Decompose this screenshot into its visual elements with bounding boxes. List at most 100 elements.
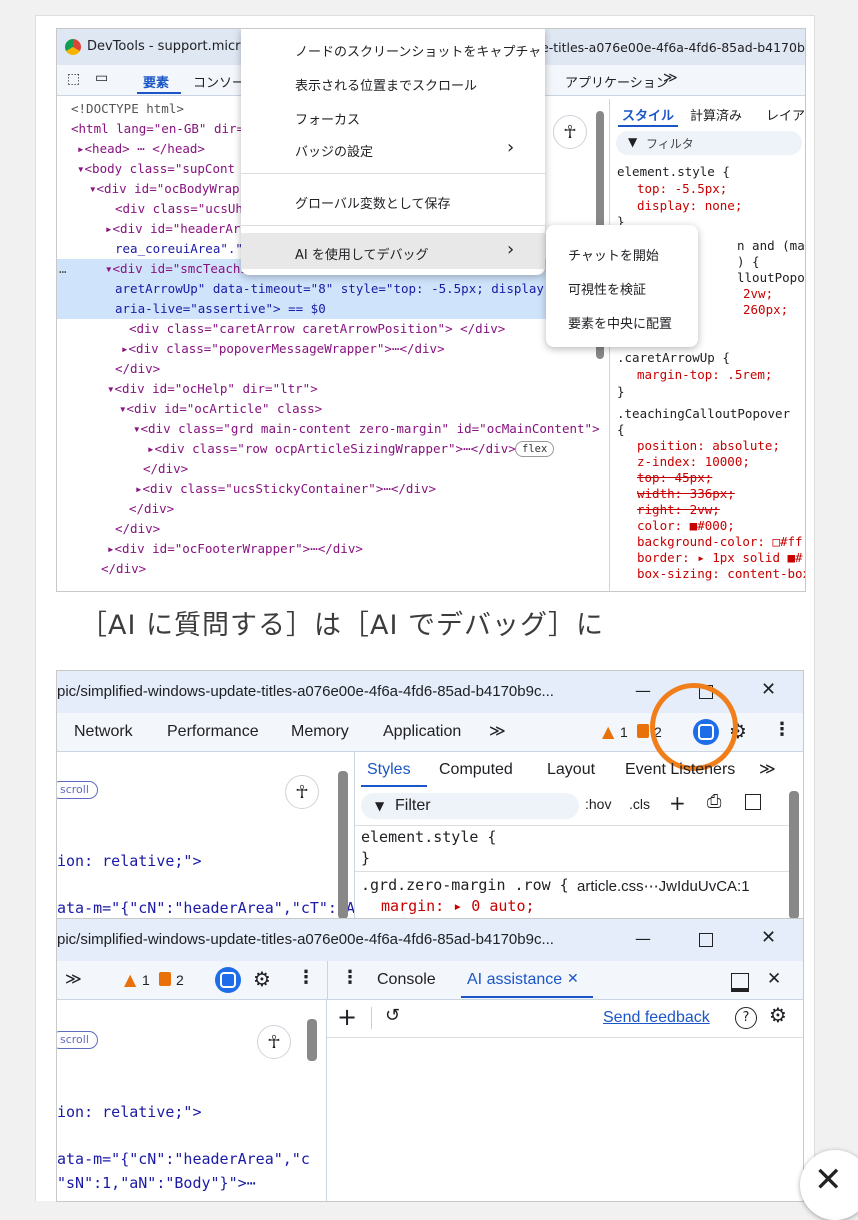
code-line[interactable]: ata-m="{"cN":"headerArea","cT":"A — [57, 898, 355, 919]
code-line[interactable]: ata-m="{"cN":"headerArea","c — [57, 1149, 310, 1170]
dom-line[interactable]: </div> — [115, 519, 160, 539]
dom-line[interactable]: ▸<div id="headerAre — [105, 219, 248, 239]
dom-scrollbar[interactable] — [338, 771, 348, 919]
drawer-menu-icon[interactable]: ⋮ — [341, 967, 359, 988]
style-line[interactable]: color: ■#000; — [637, 517, 735, 534]
menu-item-focus[interactable]: フォーカス — [295, 109, 360, 128]
warning-icon[interactable]: ▲ — [602, 722, 614, 741]
tab-memory[interactable]: Memory — [291, 723, 349, 741]
send-feedback-link[interactable]: Send feedback — [603, 1009, 710, 1027]
filter-input[interactable]: フィルタ — [646, 135, 694, 152]
hov-toggle[interactable]: :hov — [585, 796, 611, 812]
more-tabs-icon[interactable]: ≫ — [65, 969, 82, 989]
style-line[interactable]: display: none; — [637, 197, 742, 214]
code-line[interactable]: "sN":1,"aN":"Body"}">⋯ — [57, 1173, 256, 1194]
dom-line[interactable]: rea_coreuiArea"." — [115, 239, 243, 259]
filter-box[interactable]: ▼ Filter — [361, 793, 579, 819]
submenu-item-center-element[interactable]: 要素を中央に配置 — [568, 313, 672, 332]
issues-icon[interactable] — [637, 724, 649, 738]
dom-line[interactable]: </div> — [129, 499, 174, 519]
tab-computed[interactable]: Computed — [439, 761, 513, 779]
filter-input[interactable]: Filter — [395, 797, 431, 815]
dom-line[interactable]: ▸<div class="ucsStickyContainer">⋯</div> — [135, 479, 436, 499]
code-line[interactable]: ion: relative;"> — [57, 1102, 202, 1123]
style-line[interactable]: z-index: 10000; — [637, 453, 750, 470]
history-icon[interactable]: ↺ — [385, 1005, 400, 1026]
menu-item-capture-node-screenshot[interactable]: ノードのスクリーンショットをキャプチャ — [295, 41, 541, 60]
style-source-link[interactable]: article.css⋯JwIduUvCA:1 — [577, 877, 750, 895]
scroll-badge[interactable]: scroll — [57, 781, 98, 799]
ai-assistance-icon[interactable] — [215, 967, 241, 993]
close-tab-icon[interactable]: ✕ — [567, 971, 579, 987]
dom-line-selected[interactable]: aretArrowUp" data-timeout="8" style="top… — [115, 279, 574, 299]
kebab-menu-icon[interactable]: ⋮ — [297, 967, 315, 988]
help-icon[interactable]: ? — [735, 1007, 757, 1029]
accessibility-icon[interactable]: ☥ — [553, 115, 587, 149]
new-style-rule-icon[interactable]: + — [669, 791, 686, 815]
dom-line-selected[interactable]: aria-live="assertive"> == $0 — [115, 299, 326, 319]
dom-line[interactable]: <!DOCTYPE html> — [71, 99, 184, 119]
style-line[interactable]: top: 45px; — [637, 469, 712, 486]
close-overlay-button[interactable]: ✕ — [800, 1150, 858, 1220]
style-line[interactable]: position: absolute; — [637, 437, 780, 454]
paint-brush-icon[interactable]: ⎙ — [707, 791, 721, 812]
warning-icon[interactable]: ▲ — [124, 970, 136, 989]
dom-line[interactable]: ▸<div id="ocFooterWrapper">⋯</div> — [107, 539, 363, 559]
gear-icon[interactable]: ⚙ — [769, 1003, 787, 1027]
style-line[interactable]: top: -5.5px; — [637, 180, 727, 197]
menu-item-debug-with-ai[interactable]: AI を使用してデバッグ — [295, 244, 428, 263]
tab-ai-assistance[interactable]: AI assistance — [467, 971, 562, 989]
dom-line[interactable]: ▸<div class="row ocpArticleSizingWrapper… — [147, 439, 516, 459]
tab-console[interactable]: Console — [377, 971, 436, 989]
cls-toggle[interactable]: .cls — [629, 796, 650, 812]
tab-layout[interactable]: レイア — [766, 105, 805, 124]
menu-item-scroll-into-view[interactable]: 表示される位置までスクロール — [295, 75, 477, 94]
more-tabs-icon[interactable]: ≫ — [489, 721, 506, 741]
submenu-item-assess-visibility[interactable]: 可視性を検証 — [568, 279, 646, 298]
dom-line[interactable]: <div class="caretArrow caretArrowPositio… — [129, 319, 505, 339]
dom-line[interactable]: ▾<div id="ocBodyWrap — [89, 179, 240, 199]
row-menu-dots[interactable]: … — [59, 259, 67, 279]
dom-scrollbar[interactable] — [307, 1019, 317, 1061]
device-toggle-icon[interactable]: ▭ — [95, 70, 108, 86]
tab-event-listeners[interactable]: Event Listeners — [625, 761, 735, 779]
toggle-sidebar-icon[interactable] — [745, 794, 761, 810]
dom-line[interactable]: <html lang="en-GB" dir=" — [71, 119, 252, 139]
kebab-menu-icon[interactable]: ⋮ — [773, 719, 791, 740]
style-line[interactable]: right: 2vw; — [637, 501, 720, 518]
style-line[interactable]: width: 336px; — [637, 485, 735, 502]
close-button[interactable]: ✕ — [761, 679, 776, 700]
scroll-badge[interactable]: scroll — [57, 1031, 98, 1049]
submenu-item-start-chat[interactable]: チャットを開始 — [568, 245, 659, 264]
styles-scrollbar[interactable] — [789, 791, 799, 919]
dom-line[interactable]: <div class="ucsUhf — [115, 199, 250, 219]
style-line[interactable]: margin: ▸ 0 auto; — [381, 896, 535, 917]
menu-item-badge-settings[interactable]: バッジの設定 — [295, 141, 373, 160]
tab-computed[interactable]: 計算済み — [690, 105, 742, 124]
style-line[interactable]: background-color: □#ff — [637, 533, 803, 550]
dom-line[interactable]: ▸<div class="popoverMessageWrapper">⋯</d… — [121, 339, 445, 359]
dom-line-selected[interactable]: ▾<div id="smcTeachi — [105, 259, 248, 279]
tab-performance[interactable]: Performance — [167, 723, 259, 741]
accessibility-icon[interactable]: ☥ — [285, 775, 319, 809]
tab-application[interactable]: アプリケーション — [565, 72, 669, 91]
menu-item-store-as-global[interactable]: グローバル変数として保存 — [295, 193, 450, 212]
gear-icon[interactable]: ⚙ — [253, 967, 271, 991]
dom-line[interactable]: </div> — [143, 459, 188, 479]
new-chat-icon[interactable]: + — [337, 1003, 357, 1031]
filter-box[interactable]: ▼ フィルタ — [616, 131, 802, 155]
style-line[interactable]: margin-top: .5rem; — [637, 366, 772, 383]
dom-line[interactable]: ▾<body class="supCont — [77, 159, 235, 179]
tab-console[interactable]: コンソー — [193, 72, 245, 91]
issues-icon[interactable] — [159, 972, 171, 986]
dom-line[interactable]: ▾<div id="ocArticle" class> — [119, 399, 322, 419]
tab-application[interactable]: Application — [383, 723, 461, 741]
more-style-tabs-icon[interactable]: ≫ — [759, 759, 776, 779]
inspect-icon[interactable]: ⬚ — [67, 71, 80, 87]
code-line[interactable]: ion: relative;"> — [57, 851, 202, 872]
style-line[interactable]: border: ▸ 1px solid ■# — [637, 549, 803, 566]
tab-elements[interactable]: 要素 — [143, 72, 169, 91]
minimize-button[interactable]: — — [635, 681, 651, 700]
dom-line[interactable]: ▾<div id="ocHelp" dir="ltr"> — [107, 379, 318, 399]
tab-network[interactable]: Network — [74, 723, 133, 741]
